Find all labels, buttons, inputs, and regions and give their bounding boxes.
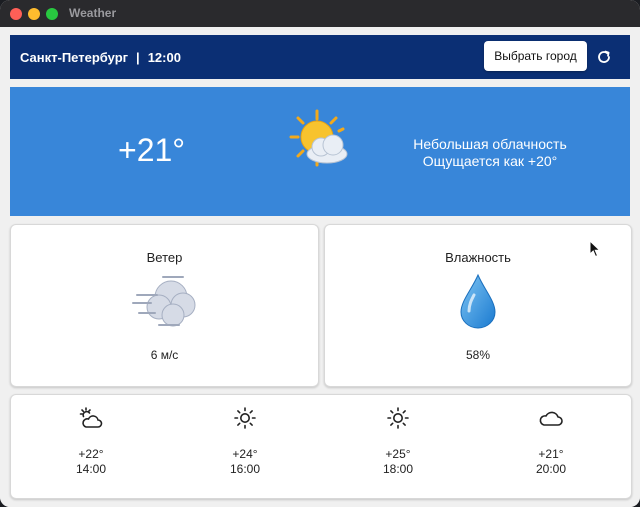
choose-city-button[interactable]: Выбрать город: [484, 41, 587, 71]
current-temperature: +21°: [118, 132, 186, 168]
forecast-item: +21° 20:00: [511, 405, 591, 477]
current-weather-panel: +21° Небольшая облачность Ощущается как …: [10, 87, 630, 216]
partly-cloudy-icon: [51, 405, 131, 431]
weather-condition: Небольшая облачность: [413, 136, 567, 152]
window-title: Weather: [69, 6, 117, 20]
mouse-cursor-icon: [589, 239, 601, 263]
forecast-temp: +24°: [232, 447, 258, 461]
weather-description-block: Небольшая облачность Ощущается как +20°: [402, 136, 578, 170]
forecast-temp: +21°: [538, 447, 564, 461]
wind-label: Ветер: [146, 250, 183, 265]
humidity-card: Влажность 58%: [324, 224, 632, 387]
minimize-window-button[interactable]: [28, 8, 40, 20]
forecast-item: +24° 16:00: [205, 405, 285, 477]
sun-icon: [205, 405, 285, 431]
forecast-item: +25° 18:00: [358, 405, 438, 477]
title-bar: Weather: [0, 0, 640, 27]
wind-icon: [131, 267, 201, 338]
forecast-time: 14:00: [75, 462, 107, 476]
forecast-temp: +22°: [78, 447, 104, 461]
current-time: 12:00: [147, 49, 181, 65]
maximize-window-button[interactable]: [46, 8, 58, 20]
separator: |: [136, 49, 140, 65]
city-name: Санкт-Петербург: [20, 49, 129, 65]
hourly-forecast-card: +22° 14:00 +24° 16:00 +25° 18:00 +21° 20…: [10, 394, 632, 499]
forecast-time: 20:00: [535, 462, 567, 476]
app-content: Санкт-Петербург | 12:00 Выбрать город +21°: [0, 27, 640, 507]
sun-icon: [358, 405, 438, 431]
cloud-icon: [511, 405, 591, 431]
humidity-label: Влажность: [445, 250, 511, 265]
location-time: Санкт-Петербург | 12:00: [20, 50, 181, 65]
refresh-button[interactable]: [593, 46, 615, 68]
forecast-item: +22° 14:00: [51, 405, 131, 477]
header-bar: Санкт-Петербург | 12:00 Выбрать город: [10, 35, 630, 79]
humidity-value: 58%: [465, 348, 491, 362]
forecast-temp: +25°: [385, 447, 411, 461]
sun-behind-cloud-icon: [287, 109, 353, 174]
feels-like: Ощущается как +20°: [422, 153, 558, 169]
wind-value: 6 м/с: [150, 348, 179, 362]
forecast-time: 18:00: [382, 462, 414, 476]
close-window-button[interactable]: [10, 8, 22, 20]
forecast-time: 16:00: [229, 462, 261, 476]
wind-card: Ветер 6 м/с: [10, 224, 319, 387]
refresh-icon: [598, 50, 610, 63]
droplet-icon: [458, 273, 498, 334]
app-window: Weather Санкт-Петербург | 12:00 Выбрать го…: [0, 0, 640, 507]
